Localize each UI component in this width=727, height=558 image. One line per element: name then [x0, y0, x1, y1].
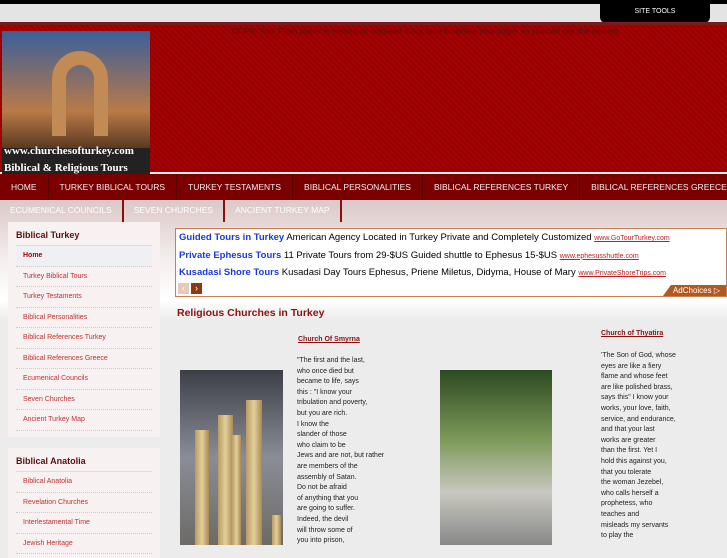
nav-home[interactable]: HOME [0, 174, 49, 200]
nav-ecumenical-councils[interactable]: ECUMENICAL COUNCILS [0, 200, 124, 222]
nav-ancient-turkey-map[interactable]: ANCIENT TURKEY MAP [225, 200, 342, 222]
adchoices-button[interactable]: AdChoices ▷ [662, 285, 726, 296]
sidebar-item[interactable]: Seven Churches [16, 390, 152, 410]
nav-biblical-personalities[interactable]: BIBLICAL PERSONALITIES [293, 174, 423, 200]
ad-title[interactable]: Private Ephesus Tours [179, 250, 281, 261]
sidebar-item[interactable]: Interlestamental Time [16, 513, 152, 534]
sidebar-item[interactable]: Biblical Anatolia [16, 472, 152, 493]
ad-row[interactable]: Guided Tours in Turkey American Agency L… [176, 229, 726, 247]
arch-image [52, 51, 108, 136]
sidebar-item[interactable]: Biblical References Greece [16, 349, 152, 369]
church-of-smyrna-link[interactable]: Church Of Smyrna [298, 336, 360, 343]
thyatira-ruins-image [440, 370, 552, 545]
sidebar-heading: Biblical Anatolia [16, 454, 152, 472]
nav-biblical-references-turkey[interactable]: BIBLICAL REFERENCES TURKEY [423, 174, 581, 200]
ad-box: Guided Tours in Turkey American Agency L… [175, 228, 727, 297]
sidebar-item[interactable]: Turkey Biblical Tours [16, 267, 152, 287]
sidebar-item[interactable]: Turkey Testaments [16, 287, 152, 308]
nav-turkey-testaments[interactable]: TURKEY TESTAMENTS [177, 174, 294, 200]
ad-url[interactable]: www.GoTourTurkey.com [594, 235, 669, 242]
ad-next-icon[interactable]: › [191, 283, 202, 294]
sidebar-item-home[interactable]: Home [16, 246, 152, 267]
sidebar-item[interactable]: Biblical References Turkey [16, 328, 152, 349]
ad-row[interactable]: Private Ephesus Tours 11 Private Tours f… [176, 247, 726, 265]
logo-url: www.churchesofturkey.com [4, 145, 134, 157]
site-logo[interactable]: www.churchesofturkey.com Biblical & Reli… [2, 31, 150, 177]
church-of-thyatira-link[interactable]: Church of Thyatira [601, 330, 663, 337]
site-tools-button[interactable]: SITE TOOLS [600, 3, 710, 23]
smyrna-columns-image [180, 370, 283, 545]
ad-prev-icon[interactable]: ‹ [178, 283, 189, 294]
logo-tagline: Biblical & Religious Tours [4, 162, 128, 174]
flash-update-link[interactable]: Click here [406, 27, 442, 36]
smyrna-text: "The first and the last, who once died b… [297, 357, 385, 545]
ad-url[interactable]: www.PrivateShoreTrips.com [578, 270, 666, 277]
ad-text: 11 Private Tours from 29-$US Guided shut… [283, 249, 558, 261]
main-nav: HOME TURKEY BIBLICAL TOURS TURKEY TESTAM… [0, 174, 727, 200]
nav-turkey-biblical-tours[interactable]: TURKEY BIBLICAL TOURS [49, 174, 177, 200]
ad-text: Kusadasi Day Tours Ephesus, Priene Milet… [281, 267, 576, 278]
sidebar-biblical-anatolia: Biblical Anatolia Biblical Anatolia Reve… [8, 448, 160, 558]
flash-text: to update your player so you can see thi… [443, 27, 621, 36]
sidebar-item[interactable]: Ecumenical Councils [16, 369, 152, 390]
nav-seven-churches[interactable]: SEVEN CHURCHES [124, 200, 226, 222]
thyatira-text: 'The Son of God, whose eyes are like a f… [601, 352, 676, 540]
ad-title[interactable]: Kusadasi Shore Tours [179, 267, 279, 278]
sidebar-item[interactable]: Jewish Heritage [16, 534, 152, 554]
header-banner: OOPS. Your Flash player is missing or ou… [0, 22, 727, 177]
sidebar-item[interactable]: Ancient Turkey Map [16, 410, 152, 431]
ad-text: American Agency Located in Turkey Privat… [286, 232, 592, 243]
flash-text: OOPS. Your Flash player is missing or ou… [232, 27, 404, 36]
sidebar-biblical-turkey: Biblical Turkey Home Turkey Biblical Tou… [8, 222, 160, 437]
sidebar-item[interactable]: Revelation Churches [16, 493, 152, 513]
nav-biblical-references-greece[interactable]: BIBLICAL REFERENCES GREECE [580, 174, 727, 200]
page-title: Religious Churches in Turkey [177, 307, 325, 319]
ad-title[interactable]: Guided Tours in Turkey [179, 232, 284, 243]
sidebar-item[interactable]: Biblical Personalities [16, 308, 152, 328]
ad-row[interactable]: Kusadasi Shore Tours Kusadasi Day Tours … [176, 264, 726, 282]
top-bar: SITE TOOLS [0, 0, 727, 23]
sidebar-heading: Biblical Turkey [16, 228, 152, 246]
flash-missing-message: OOPS. Your Flash player is missing or ou… [232, 27, 620, 36]
ad-url[interactable]: www.ephesusshuttle.com [560, 253, 639, 260]
